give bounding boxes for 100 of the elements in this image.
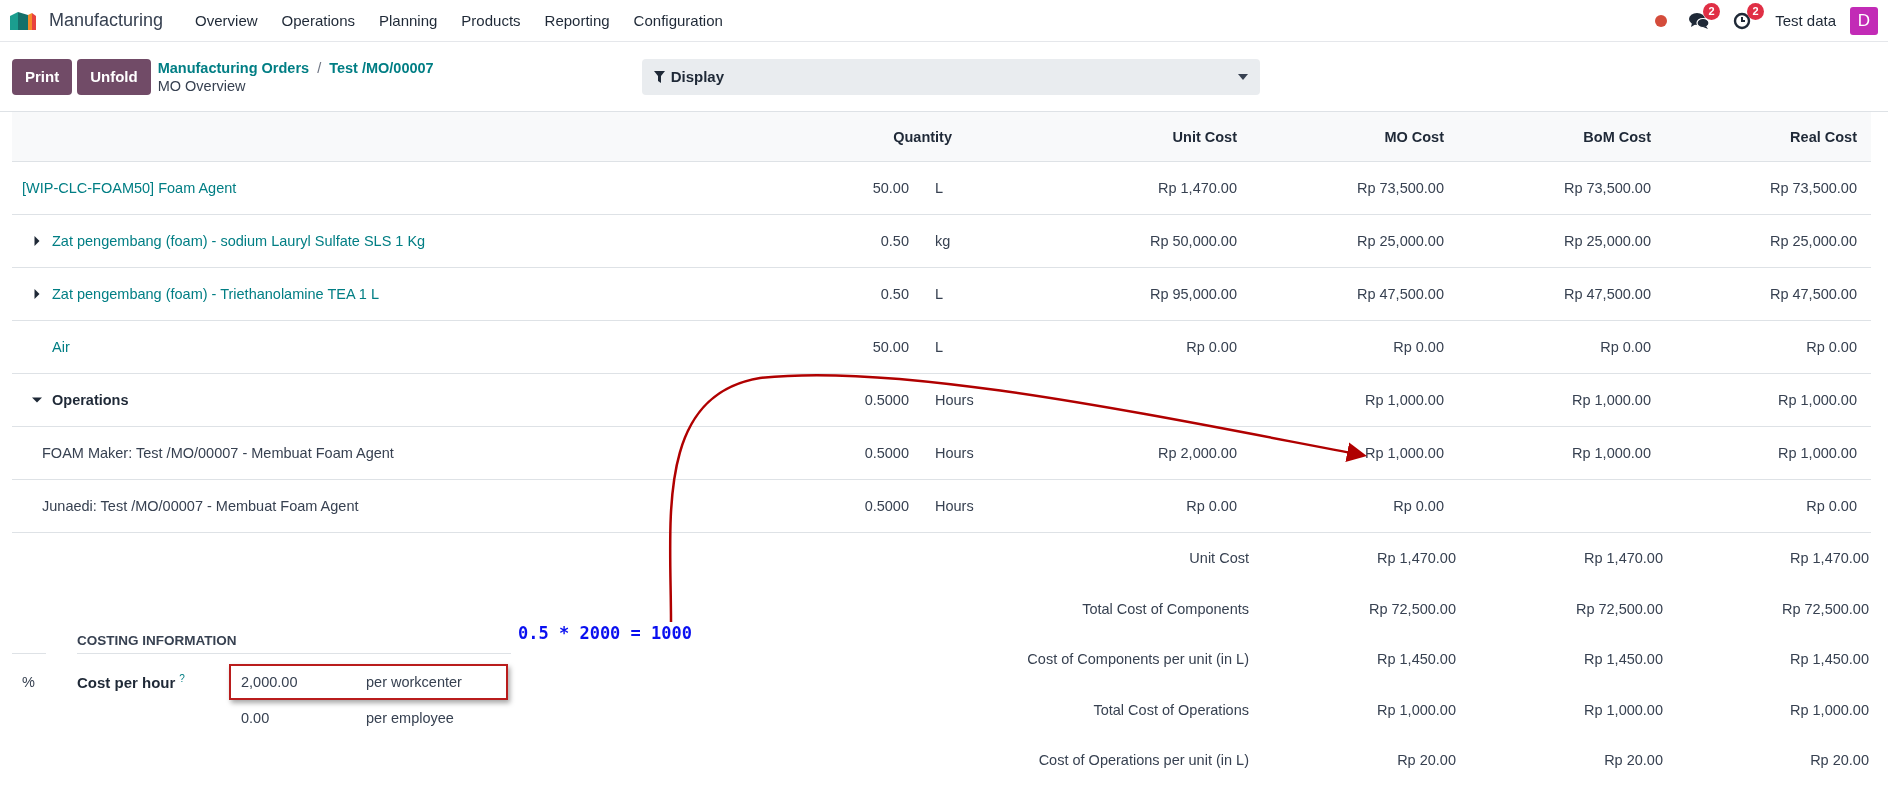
- product-link[interactable]: Air: [52, 339, 70, 355]
- cost-cell-text: Rp 73,500.00: [1355, 180, 1445, 196]
- cost-cell-text: Rp 1,470.00: [1376, 550, 1457, 567]
- operation-name: FOAM Maker: Test /MO/00007 - Membuat Foam Agent: [42, 445, 394, 461]
- cost-cell-text: Rp 1,450.00: [1376, 651, 1457, 668]
- cost-cell-text: Rp 0.00: [1805, 339, 1858, 355]
- action-button[interactable]: Unfold: [77, 58, 151, 95]
- cost-cell-text: Rp 1,000.00: [1583, 701, 1664, 718]
- cost-cell-text: Rp 0.00: [1599, 339, 1652, 355]
- cost-cell-text: Rp 20.00: [1809, 752, 1870, 769]
- rate-value: 2,000.00: [241, 674, 299, 690]
- notification-badge: 2: [1703, 2, 1721, 20]
- column-header: Real Cost: [1789, 128, 1858, 145]
- section-title[interactable]: Operations: [52, 392, 129, 408]
- action-button[interactable]: Print: [12, 58, 73, 95]
- summary-label: Total Cost of Components: [1081, 600, 1250, 617]
- user-name[interactable]: Test data: [1775, 12, 1836, 29]
- breadcrumb-link[interactable]: Test /MO/00007: [329, 59, 434, 76]
- cost-cell-text: Rp 0.00: [1392, 339, 1445, 355]
- cost-cell-text: Rp 1,000.00: [1777, 392, 1858, 408]
- cost-cell-text: Rp 1,000.00: [1364, 392, 1445, 408]
- menu-item[interactable]: Planning: [366, 12, 450, 29]
- cost-cell-text: Rp 47,500.00: [1562, 286, 1652, 302]
- breadcrumb-separator: /: [317, 59, 322, 76]
- rate-unit: per workcenter: [366, 674, 463, 690]
- cost-cell-text: Rp 25,000.00: [1562, 233, 1652, 249]
- cost-cell-text: Rp 20.00: [1396, 752, 1457, 769]
- menu-item[interactable]: Configuration: [621, 12, 735, 29]
- activities-button[interactable]: [1733, 11, 1752, 30]
- cost-cell-text: Rp 1,000.00: [1364, 445, 1445, 461]
- cost-cell-text: Rp 73,500.00: [1768, 180, 1858, 196]
- breadcrumb-link[interactable]: Manufacturing Orders: [157, 59, 310, 76]
- user-avatar[interactable]: D: [1850, 6, 1878, 35]
- unit-cell-text: Hours: [934, 392, 975, 408]
- section-heading: COSTING INFORMATION: [77, 633, 511, 654]
- cost-cell-text: Rp 72,500.00: [1780, 600, 1870, 617]
- cost-cell-text: Rp 1,000.00: [1777, 445, 1858, 461]
- filter-icon: [653, 70, 665, 83]
- cost-cell-text: Rp 1,470.00: [1157, 180, 1238, 196]
- summary-label: Cost of Components per unit (in L): [1026, 651, 1250, 668]
- column-header: Unit Cost: [1171, 128, 1238, 145]
- cost-cell-text: Rp 1,470.00: [1583, 550, 1664, 567]
- rate-unit: per employee: [366, 710, 455, 726]
- cost-cell-text: Rp 1,000.00: [1571, 445, 1652, 461]
- cost-cell-text: Rp 0.00: [1805, 498, 1858, 514]
- app-name[interactable]: Manufacturing: [49, 10, 164, 31]
- cost-cell-text: Rp 50,000.00: [1148, 233, 1238, 249]
- unit-cell-text: Hours: [934, 445, 975, 461]
- cost-cell-text: Rp 25,000.00: [1355, 233, 1445, 249]
- product-link[interactable]: Zat pengembang (foam) - Triethanolamine TEA 1 L: [52, 286, 379, 302]
- caret-right-icon[interactable]: [34, 289, 40, 299]
- clock-icon: [1733, 11, 1752, 30]
- cost-cell-text: Rp 0.00: [1392, 498, 1445, 514]
- unit-cell-text: Hours: [934, 498, 975, 514]
- summary-label: Total Cost of Operations: [1092, 701, 1250, 718]
- menu-item[interactable]: Operations: [269, 12, 367, 29]
- field-label: Cost per hour: [77, 673, 176, 691]
- column-header: MO Cost: [1383, 128, 1445, 145]
- column-header: BoM Cost: [1582, 128, 1652, 145]
- operation-name: Junaedi: Test /MO/00007 - Membuat Foam Agent: [42, 498, 359, 514]
- product-link[interactable]: [WIP-CLC-FOAM50] Foam Agent: [22, 180, 237, 196]
- menu-item[interactable]: Products: [449, 12, 533, 29]
- quantity-cell-text: 50.00: [871, 180, 910, 196]
- summary-label: Cost of Operations per unit (in L): [1037, 752, 1250, 769]
- cost-cell-text: Rp 1,450.00: [1789, 651, 1870, 668]
- cost-cell-text: Rp 72,500.00: [1367, 600, 1457, 617]
- caret-right-icon[interactable]: [34, 236, 40, 246]
- quantity-cell-text: 0.5000: [863, 498, 910, 514]
- cost-cell-text: Rp 72,500.00: [1574, 600, 1664, 617]
- unit-cell-text: kg: [934, 233, 952, 249]
- help-tooltip[interactable]: ?: [179, 673, 185, 685]
- menu-item[interactable]: Reporting: [532, 12, 622, 29]
- cost-cell-text: Rp 73,500.00: [1562, 180, 1652, 196]
- cost-cell-text: Rp 47,500.00: [1768, 286, 1858, 302]
- page-subtitle: MO Overview: [157, 77, 247, 94]
- quantity-cell-text: 0.5000: [863, 392, 910, 408]
- cost-cell-text: Rp 1,450.00: [1583, 651, 1664, 668]
- display-dropdown[interactable]: Display: [641, 58, 1260, 95]
- menu-item[interactable]: Overview: [183, 12, 270, 29]
- cost-cell-text: Rp 47,500.00: [1355, 286, 1445, 302]
- caret-down-icon[interactable]: [32, 397, 42, 403]
- quantity-cell-text: 0.50: [879, 233, 910, 249]
- unit-cell-text: L: [934, 286, 945, 302]
- cost-cell-text: Rp 0.00: [1185, 339, 1238, 355]
- column-header: Quantity: [892, 128, 953, 145]
- cost-cell-text: Rp 95,000.00: [1148, 286, 1238, 302]
- cost-cell-text: Rp 2,000.00: [1157, 445, 1238, 461]
- cost-cell-text: Rp 1,470.00: [1789, 550, 1870, 567]
- rate-value: 0.00: [241, 710, 271, 726]
- quantity-cell-text: 0.50: [879, 286, 910, 302]
- app-logo-icon: [10, 9, 37, 32]
- cost-cell-text: Rp 1,000.00: [1789, 701, 1870, 718]
- cost-cell-text: Rp 25,000.00: [1768, 233, 1858, 249]
- annotation-text: 0.5 * 2000 = 1000: [518, 623, 692, 643]
- caret-icon: [1237, 73, 1248, 80]
- notification-badge: 2: [1747, 2, 1765, 20]
- quantity-cell-text: 0.5000: [863, 445, 910, 461]
- product-link[interactable]: Zat pengembang (foam) - sodium Lauryl Sulfate SLS 1 Kg: [52, 233, 426, 249]
- cost-cell-text: Rp 20.00: [1603, 752, 1664, 769]
- cost-cell-text: Rp 1,000.00: [1376, 701, 1457, 718]
